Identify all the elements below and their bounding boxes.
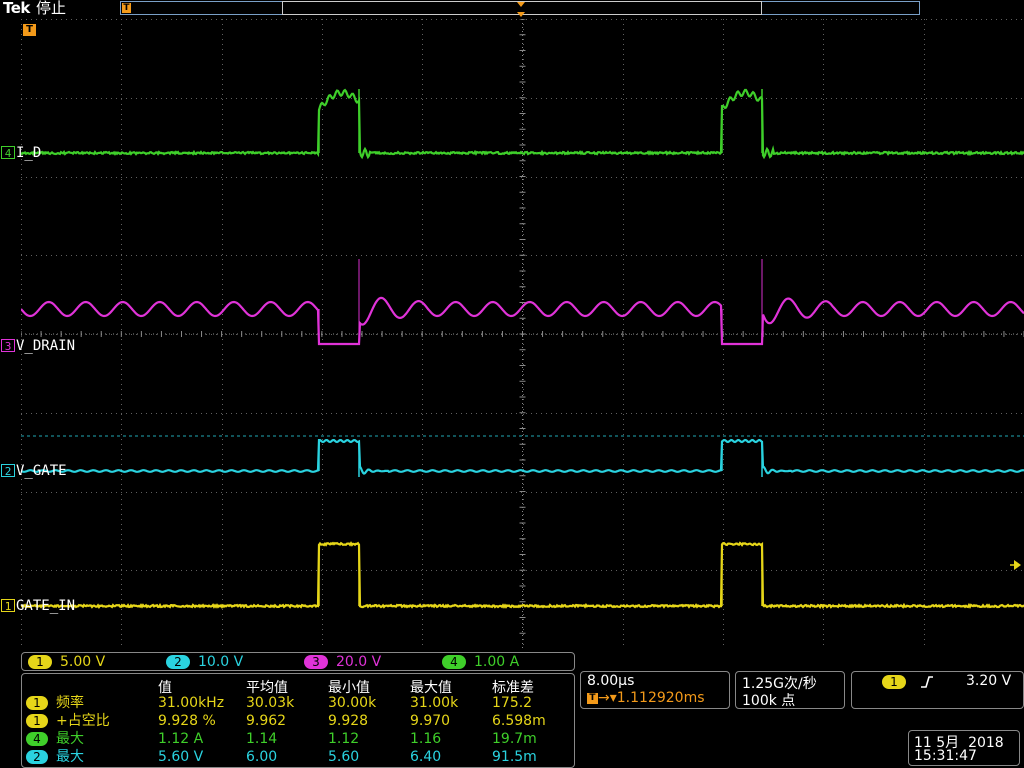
acquisition-settings[interactable]: 1.25G次/秒 100k 点 <box>735 671 845 709</box>
waveform-graticule[interactable] <box>21 19 1024 649</box>
acquisition-state: 停止 <box>36 0 66 17</box>
trigger-level: 3.20 V <box>966 673 1011 689</box>
horizontal-scale: 8.00µs <box>587 673 634 689</box>
channel-4-marker-icon: 4 <box>1 146 15 159</box>
time: 15:31:47 <box>914 748 977 764</box>
ch3-waveform <box>21 298 1024 344</box>
channel-3-marker-icon: 3 <box>1 339 15 352</box>
datetime-display: 11 5月 2018 15:31:47 <box>908 730 1020 766</box>
position-arrow-icon: →▾ <box>598 690 617 706</box>
trigger-source-badge: 1 <box>882 675 906 689</box>
grid-lines <box>21 19 1024 649</box>
status-bar: Tek 停止 T <box>0 0 1024 18</box>
measurement-table[interactable]: 值 平均值 最小值 最大值 标准差 1 频率 31.00kHz 30.03k 3… <box>21 673 575 768</box>
channel-3-label[interactable]: 3 V_DRAIN <box>1 338 75 354</box>
measurement-row[interactable]: 2 最大 5.60 V 6.00 5.60 6.40 91.5m <box>22 748 576 767</box>
vertical-scale-bar: 1 5.00 V 2 10.0 V 3 20.0 V 4 1.00 A <box>21 652 575 671</box>
trigger-time-marker-icon[interactable]: T <box>23 24 36 36</box>
measurement-row[interactable]: 1 频率 31.00kHz 30.03k 30.00k 31.00k 175.2 <box>22 694 576 713</box>
trigger-level-arrow-icon[interactable] <box>1010 559 1022 571</box>
channel-4-label[interactable]: 4 I_D <box>1 145 41 161</box>
brand-logo: Tek <box>3 0 30 17</box>
horizontal-settings[interactable]: 8.00µs T →▾1.112920ms <box>580 671 730 709</box>
channel-2-label[interactable]: 2 V_GATE <box>1 463 67 479</box>
measurement-row[interactable]: 1 +占空比 9.928 % 9.962 9.928 9.970 6.598m <box>22 712 576 731</box>
trigger-pointer-icon <box>516 0 526 18</box>
channel-2-marker-icon: 2 <box>1 464 15 477</box>
trigger-position-icon: T <box>122 3 131 13</box>
horizontal-position: T →▾1.112920ms <box>587 690 705 706</box>
channel-1-marker-icon: 1 <box>1 599 15 612</box>
channel-1-label[interactable]: 1 GATE_IN <box>1 598 75 614</box>
ch2-scale[interactable]: 2 10.0 V <box>166 654 243 670</box>
trigger-offset-icon: T <box>587 693 598 704</box>
measurement-row[interactable]: 4 最大 1.12 A 1.14 1.12 1.16 19.7m <box>22 730 576 749</box>
ch1-scale[interactable]: 1 5.00 V <box>28 654 105 670</box>
trigger-settings[interactable]: 1 3.20 V <box>851 671 1024 709</box>
ch4-scale[interactable]: 4 1.00 A <box>442 654 519 670</box>
rising-edge-icon <box>920 675 934 689</box>
record-points: 100k 点 <box>742 690 795 710</box>
ch3-scale[interactable]: 3 20.0 V <box>304 654 381 670</box>
ch2-waveform <box>21 440 1024 474</box>
